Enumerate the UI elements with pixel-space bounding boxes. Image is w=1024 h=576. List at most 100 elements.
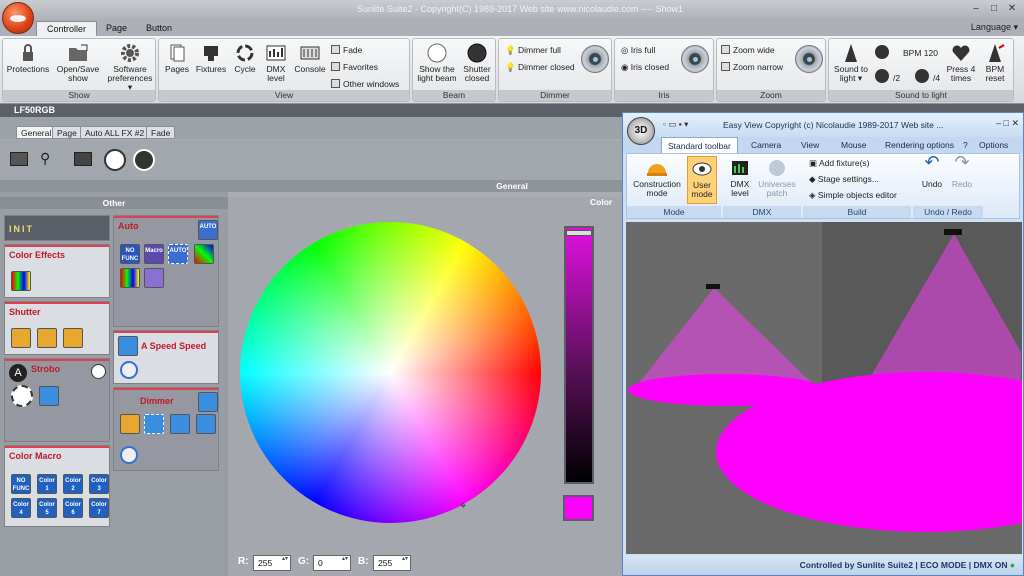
easy-view-orb[interactable]: 3D (627, 117, 655, 145)
strobo-flash-icon[interactable] (39, 386, 59, 406)
dimmer-icon-1[interactable] (120, 414, 140, 434)
show-light-beam-button[interactable]: Show the light beam (415, 43, 459, 83)
fixtures-button[interactable]: Fixtures (193, 43, 229, 74)
app-menu-button[interactable] (2, 2, 34, 34)
macro-nofunc-icon[interactable]: NO FUNC (11, 474, 31, 494)
auto-macro-icon[interactable]: Macro (144, 244, 164, 264)
dimmer-closed-button[interactable]: 💡 Dimmer closed (505, 62, 575, 73)
layout-icon[interactable] (74, 152, 92, 166)
auto-color-icon[interactable] (120, 268, 140, 288)
dimmer-icon-2[interactable] (144, 414, 164, 434)
auto-nofunc-icon[interactable]: NO FUNC (120, 244, 140, 264)
keyboard-icon[interactable] (10, 152, 28, 166)
auto-icon-1[interactable]: AUTO (198, 220, 218, 240)
press-4-times-button[interactable]: Press 4 times (945, 43, 977, 83)
auto-rainbow-icon[interactable] (194, 244, 214, 264)
macro-color-6[interactable]: Color 6 (63, 498, 83, 518)
cycle-button[interactable]: Cycle (231, 43, 259, 74)
zoom-narrow-button[interactable]: Zoom narrow (721, 62, 783, 72)
language-menu[interactable]: Language ▾ (971, 22, 1018, 33)
other-windows-button[interactable]: Other windows (331, 79, 399, 89)
shutter-closed-button[interactable]: Shutter closed (459, 43, 495, 83)
tab-standard-toolbar[interactable]: Standard toolbar (661, 137, 738, 153)
tab-view[interactable]: View (795, 137, 825, 153)
macro-color-7[interactable]: Color 7 (89, 498, 109, 518)
dimmer-icon-3[interactable] (170, 414, 190, 434)
macro-color-3[interactable]: Color 3 (89, 474, 109, 494)
maximize-button[interactable]: □ (986, 2, 1002, 16)
open-save-button[interactable]: Open/Save show (53, 43, 103, 83)
close-button[interactable]: ✕ (1004, 2, 1020, 16)
redo-button[interactable]: ↷ Redo (949, 153, 975, 189)
protections-button[interactable]: Protections (5, 43, 51, 74)
bpm-reset-button[interactable]: BPM reset (979, 43, 1011, 83)
stage-settings-button[interactable]: ◆ Stage settings... (809, 174, 879, 185)
shutter-icon-2[interactable] (37, 328, 57, 348)
user-mode-button[interactable]: User mode (687, 156, 717, 204)
bpm-led-icon[interactable] (875, 45, 889, 59)
tab-controller[interactable]: Controller (36, 21, 98, 36)
dimmer-icon-4[interactable] (196, 414, 216, 434)
tab-general[interactable]: General (16, 126, 57, 139)
strobo-open-icon[interactable] (11, 385, 33, 407)
iris-knob[interactable] (681, 45, 709, 73)
auto-sound-icon[interactable] (144, 268, 164, 288)
tab-help[interactable]: ? (957, 137, 974, 153)
minimize-button[interactable]: – (968, 2, 984, 16)
3d-stage-view[interactable] (626, 222, 1022, 554)
red-input[interactable]: 255 (253, 555, 291, 571)
tab-page[interactable]: Page (96, 21, 137, 36)
auto-auto-icon[interactable]: AUTO (168, 244, 188, 264)
universes-patch-button[interactable]: Universes patch (757, 158, 797, 198)
close-black-button[interactable] (133, 149, 155, 171)
shutter-icon-1[interactable] (11, 328, 31, 348)
iris-closed-button[interactable]: ◉ Iris closed (621, 62, 669, 73)
blue-input[interactable]: 255 (373, 555, 411, 571)
tab-mouse[interactable]: Mouse (835, 137, 873, 153)
quick-access-icons[interactable]: ▫ ▭ ▪ ▾ (663, 119, 688, 130)
simple-objects-button[interactable]: ◈ Simple objects editor (809, 190, 897, 201)
slider-handle[interactable] (566, 230, 592, 236)
color-effects-icon[interactable] (11, 271, 31, 291)
tab-rendering-options[interactable]: Rendering options (879, 137, 960, 153)
dimmer-icon-top[interactable] (198, 392, 218, 412)
ev-dmx-level-button[interactable]: DMX level (725, 158, 755, 198)
software-preferences-button[interactable]: Software preferences ▾ (105, 43, 155, 92)
pages-button[interactable]: Pages (163, 43, 191, 74)
easy-view-window-controls[interactable]: – □ ✕ (996, 118, 1019, 129)
speed-knob[interactable] (120, 361, 138, 379)
tab-fade[interactable]: Fade (146, 126, 176, 139)
sound-to-light-button[interactable]: Sound to light ▾ (831, 43, 871, 83)
tab-camera[interactable]: Camera (745, 137, 787, 153)
open-white-button[interactable] (104, 149, 126, 171)
macro-color-5[interactable]: Color 5 (37, 498, 57, 518)
undo-button[interactable]: ↶ Undo (919, 153, 945, 189)
green-input[interactable]: 0 (313, 555, 351, 571)
shutter-icon-3[interactable] (63, 328, 83, 348)
dmx-level-button[interactable]: DMX level (261, 43, 291, 83)
iris-full-button[interactable]: ◎ Iris full (621, 45, 655, 56)
init-box[interactable]: INIT (4, 215, 110, 241)
strobo-indicator[interactable] (91, 364, 106, 379)
search-icon[interactable]: ⚲ (40, 150, 50, 167)
console-button[interactable]: Console (293, 43, 327, 74)
div4-button[interactable] (915, 69, 929, 83)
zoom-knob[interactable] (795, 45, 823, 73)
intensity-slider[interactable] (564, 226, 594, 484)
dimmer-knob-small[interactable] (120, 446, 138, 464)
fade-button[interactable]: Fade (331, 45, 362, 55)
div2-button[interactable] (875, 69, 889, 83)
zoom-wide-button[interactable]: Zoom wide (721, 45, 775, 55)
construction-mode-button[interactable]: Construction mode (629, 158, 685, 198)
dimmer-knob[interactable] (581, 45, 609, 73)
tab-auto-all-fx[interactable]: Auto ALL FX #2 (80, 126, 150, 139)
macro-color-4[interactable]: Color 4 (11, 498, 31, 518)
tab-page-fixture[interactable]: Page (52, 126, 82, 139)
dimmer-full-button[interactable]: 💡 Dimmer full (505, 45, 561, 56)
macro-color-1[interactable]: Color 1 (37, 474, 57, 494)
favorites-button[interactable]: Favorites (331, 62, 378, 72)
tab-options[interactable]: Options (973, 137, 1014, 153)
color-wheel[interactable] (240, 222, 541, 523)
tab-button[interactable]: Button (136, 21, 182, 36)
add-fixtures-button[interactable]: ▣ Add fixture(s) (809, 158, 869, 169)
